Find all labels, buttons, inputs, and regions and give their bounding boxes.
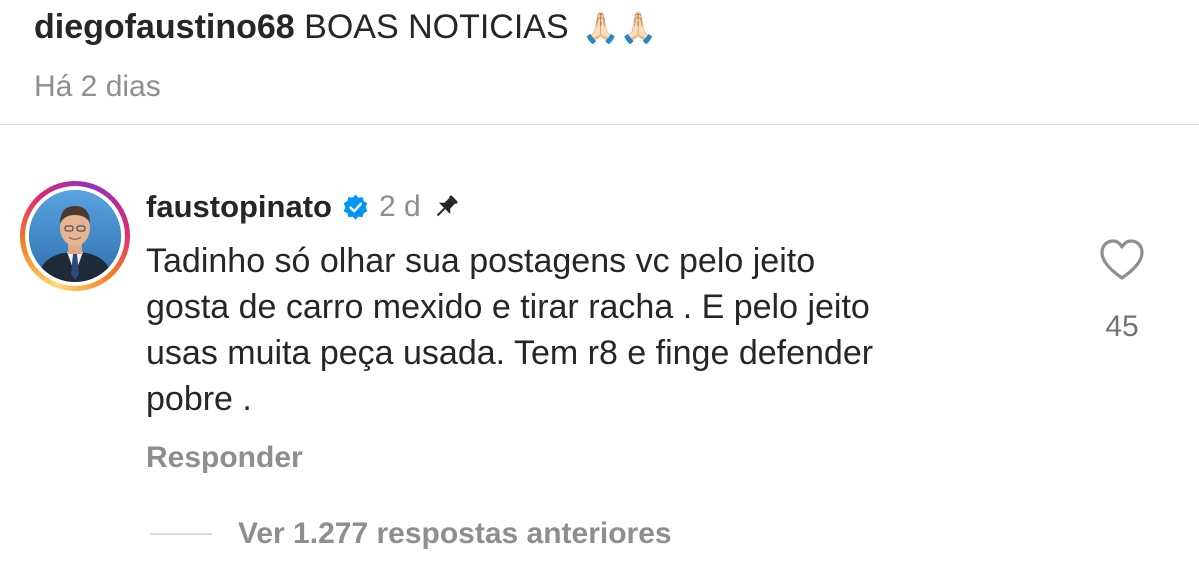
comment-username[interactable]: faustopinato xyxy=(146,189,332,225)
pray-emoji: 🙏🏻🙏🏻 xyxy=(582,11,657,46)
comment-text: Tadinho só olhar sua postagens vc pelo j… xyxy=(146,242,874,418)
like-button[interactable] xyxy=(1097,237,1147,283)
reply-button[interactable]: Responder xyxy=(146,438,303,478)
view-replies-button[interactable]: Ver 1.277 respostas anteriores xyxy=(238,514,672,554)
post-caption: diegofaustino68 BOAS NOTICIAS 🙏🏻🙏🏻 xyxy=(34,6,657,50)
avatar[interactable] xyxy=(20,181,130,291)
post-timestamp: Há 2 dias xyxy=(34,70,161,103)
divider xyxy=(0,124,1199,125)
post-caption-text: BOAS NOTICIAS xyxy=(304,8,569,46)
heart-icon xyxy=(1100,239,1144,280)
like-count[interactable]: 45 xyxy=(1092,308,1152,346)
post-username[interactable]: diegofaustino68 xyxy=(34,8,295,46)
comment-header: faustopinato 2 d xyxy=(146,186,461,228)
verified-badge-icon xyxy=(342,194,369,221)
avatar-photo xyxy=(29,190,121,282)
pin-icon xyxy=(431,192,461,222)
replies-divider xyxy=(150,533,212,535)
comment-age: 2 d xyxy=(379,190,421,223)
avatar-portrait xyxy=(29,190,121,282)
